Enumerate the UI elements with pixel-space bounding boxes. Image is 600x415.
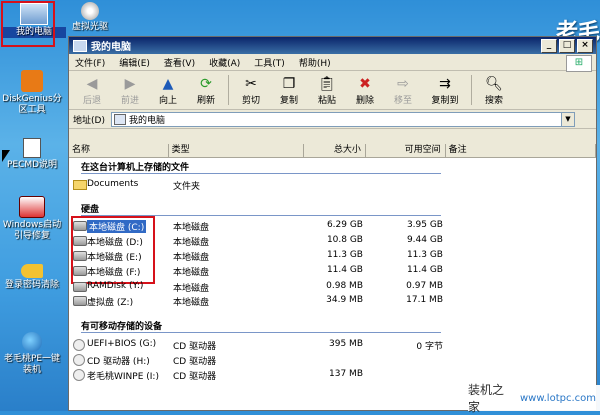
back-arrow-icon: ◀ (86, 76, 98, 92)
up-button[interactable]: ▲ 向上 (149, 75, 187, 109)
close-button[interactable]: × (577, 39, 593, 53)
group-divider (81, 173, 441, 174)
desktop-icon-install[interactable]: 老毛桃PE一键装机 (0, 332, 64, 376)
highlight-box-local-disks (71, 216, 155, 284)
column-headers: 名称 类型 总大小 可用空间 备注 (69, 144, 596, 158)
move-to-icon: ⇨ (397, 76, 409, 92)
back-button[interactable]: ◀ 后退 (73, 75, 111, 109)
list-item[interactable]: 老毛桃WINPE (I:) CD 驱动器 137 MB (69, 369, 596, 382)
delete-button[interactable]: ✖ 删除 (346, 75, 384, 109)
cut-button[interactable]: ✂ 剪切 (232, 75, 270, 109)
desktop-icon-password-clear[interactable]: 登录密码清除 (0, 264, 64, 291)
desktop-icon-diskgenius[interactable]: DiskGenius分区工具 (0, 70, 64, 116)
chevron-down-icon[interactable]: ▼ (560, 112, 574, 126)
menu-help[interactable]: 帮助(H) (299, 56, 331, 69)
forward-button[interactable]: ▶ 前进 (111, 75, 149, 109)
group-divider (81, 332, 441, 333)
watermark-url: www.lotpc.com (520, 392, 596, 404)
delete-icon: ✖ (359, 76, 371, 92)
refresh-button[interactable]: ⟳ 刷新 (187, 75, 225, 109)
list-item[interactable]: RAMDisk (Y:) 本地磁盘 0.98 MB 0.97 MB (69, 281, 596, 294)
window-titlebar[interactable]: 我的电脑 _ □ × (69, 37, 596, 54)
refresh-icon: ⟳ (200, 76, 212, 92)
highlight-box-my-computer (1, 1, 55, 47)
list-item[interactable]: CD 驱动器 (H:) CD 驱动器 (69, 354, 596, 367)
mouse-cursor-icon (2, 150, 10, 162)
cd-icon (81, 2, 99, 20)
column-header-note[interactable]: 备注 (446, 144, 596, 157)
copy-to-button[interactable]: ⇉ 复制到 (422, 75, 468, 109)
forward-arrow-icon: ▶ (124, 76, 136, 92)
paste-button[interactable]: 📋︎ 粘贴 (308, 75, 346, 109)
group-header-hdd: 硬盘 (81, 205, 100, 215)
computer-icon (113, 113, 126, 125)
list-item[interactable]: 虚拟盘 (Z:) 本地磁盘 34.9 MB 17.1 MB (69, 295, 596, 308)
address-field[interactable]: 我的电脑 ▼ (110, 111, 575, 127)
search-icon: 🔍︎ (485, 76, 503, 92)
address-label: 地址(D) (73, 115, 105, 126)
computer-icon (73, 39, 87, 52)
column-header-free[interactable]: 可用空间 (366, 144, 446, 157)
column-header-type[interactable]: 类型 (169, 144, 305, 157)
toolbar: ◀ 后退 ▶ 前进 ▲ 向上 ⟳ 刷新 ✂ 剪切 ❐ 复制 📋︎ 粘贴 ✖ 删除 ⇨ 移至 ⇉ 复制… (69, 71, 596, 110)
group-header-files: 在这台计算机上存储的文件 (81, 163, 190, 173)
desktop-icon-boot-repair[interactable]: Windows启动引导修复 (0, 196, 64, 242)
explorer-window: 我的电脑 _ □ × 文件(F) 编辑(E) 查看(V) 收藏(A) 工具(T)… (68, 36, 597, 411)
paste-icon: 📋︎ (318, 76, 336, 92)
watermark-text: 装机之家 (468, 383, 505, 414)
windows-logo-icon: ⊞ (566, 55, 592, 72)
key-icon (21, 264, 43, 278)
desktop-icon-label: 老毛桃PE一键装机 (3, 354, 61, 375)
menu-file[interactable]: 文件(F) (75, 56, 105, 69)
cd-drive-icon (73, 369, 85, 381)
file-list: 名称 类型 总大小 可用空间 备注 在这台计算机上存储的文件 Documents… (69, 144, 596, 410)
maximize-button[interactable]: □ (559, 39, 575, 53)
desktop-icon-virtual-drive[interactable]: 虚拟光驱 (58, 2, 122, 33)
desktop-icon-label: 虚拟光驱 (71, 22, 108, 32)
menu-bar: 文件(F) 编辑(E) 查看(V) 收藏(A) 工具(T) 帮助(H) ⊞ (69, 54, 596, 72)
list-item[interactable]: UEFI+BIOS (G:) CD 驱动器 395 MB 0 字节 (69, 339, 596, 352)
copy-to-icon: ⇉ (439, 76, 451, 92)
toolbar-separator (228, 75, 229, 105)
column-header-name[interactable]: 名称 (69, 144, 169, 157)
address-value: 我的电脑 (128, 115, 165, 126)
peach-icon (22, 332, 42, 352)
watermark: 装机之家 www.lotpc.com (468, 383, 600, 414)
toolbox-icon (19, 196, 45, 218)
scissors-icon: ✂ (245, 76, 257, 92)
up-arrow-icon: ▲ (162, 76, 174, 92)
toolbar-separator (471, 75, 472, 105)
cd-drive-icon (73, 339, 85, 351)
folder-icon (73, 180, 87, 190)
column-header-total[interactable]: 总大小 (304, 144, 366, 157)
desktop-icon-label: 登录密码清除 (4, 280, 59, 290)
menu-favorites[interactable]: 收藏(A) (209, 56, 240, 69)
ram-disk-icon (73, 282, 87, 292)
window-title: 我的电脑 (91, 42, 131, 53)
desktop-icon-label: DiskGenius分区工具 (2, 94, 62, 115)
menu-edit[interactable]: 编辑(E) (119, 56, 150, 69)
search-button[interactable]: 🔍︎ 搜索 (475, 75, 513, 109)
move-to-button[interactable]: ⇨ 移至 (384, 75, 422, 109)
diskgenius-icon (21, 70, 43, 92)
menu-tools[interactable]: 工具(T) (254, 56, 285, 69)
list-item[interactable]: Documents 文件夹 (69, 179, 596, 192)
copy-button[interactable]: ❐ 复制 (270, 75, 308, 109)
group-header-removable: 有可移动存储的设备 (81, 322, 163, 332)
copy-icon: ❐ (282, 76, 296, 92)
minimize-button[interactable]: _ (541, 39, 557, 53)
desktop-icon-label: Windows启动引导修复 (2, 220, 62, 241)
address-bar: 地址(D) 我的电脑 ▼ (69, 110, 596, 129)
virtual-disk-icon (73, 296, 87, 306)
menu-view[interactable]: 查看(V) (164, 56, 195, 69)
cd-drive-icon (73, 354, 85, 366)
document-icon (23, 138, 41, 158)
